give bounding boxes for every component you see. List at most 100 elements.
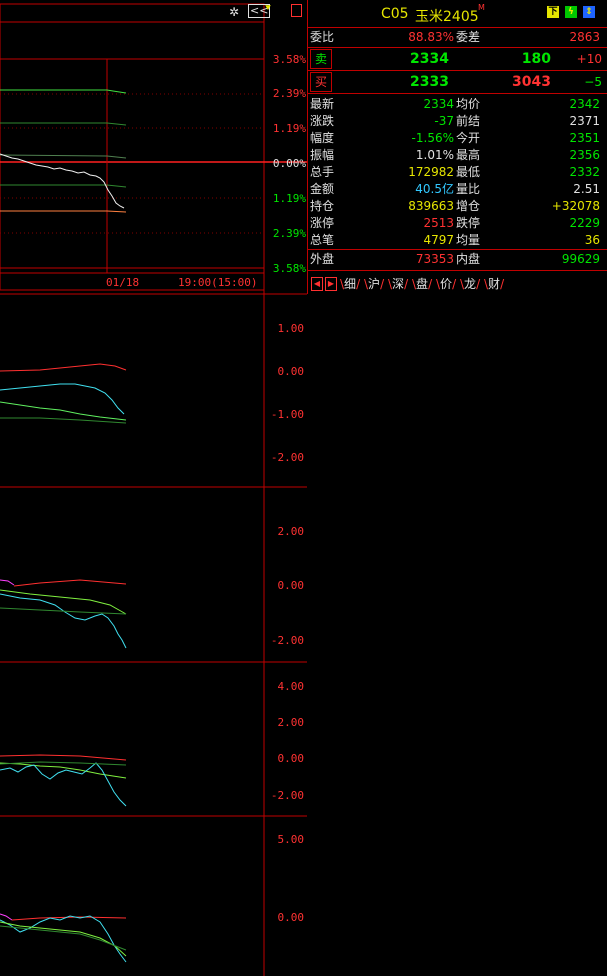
sell-change: +10 [576, 52, 602, 66]
buy-row[interactable]: 买 2333 3043 −5 [308, 71, 607, 93]
tab-separator: / [476, 277, 481, 291]
stat-label: 均量 [456, 233, 481, 247]
divider [308, 27, 607, 28]
tab-item[interactable]: \盘/ [412, 276, 432, 292]
p3-green-line [0, 761, 127, 766]
gear-icon[interactable]: ✲ [229, 5, 239, 19]
buy-change: −5 [584, 75, 602, 89]
ratio-value: 88.83% [408, 30, 454, 44]
p3-lime-line [0, 762, 127, 779]
sell-volume: 180 [521, 51, 551, 67]
stat-value: +32078 [551, 199, 600, 213]
p1-y-label: -1.00 [270, 408, 304, 421]
stat-value: 2513 [423, 216, 454, 230]
tab-label: 深 [392, 277, 405, 291]
stat-row: 振幅 1.01% 最高 2356 [308, 147, 606, 164]
quote-panel: C05 玉米2405 M 下 ϟ ⇕ 委比 88.83% 委差 2863 卖 2… [307, 0, 607, 294]
p4-y-label: 0.00 [277, 911, 305, 924]
p4-lime-line [0, 921, 127, 957]
trade-down-button[interactable]: 下 [547, 6, 559, 18]
tab-next-button[interactable]: ▶ [325, 277, 337, 291]
stat-value: -1.56% [411, 131, 454, 145]
stat-label: 最新 [310, 97, 335, 111]
p1-lime-line [0, 401, 127, 421]
divider [308, 270, 607, 271]
tab-item[interactable]: \深/ [388, 276, 408, 292]
sell-price: 2334 [410, 51, 449, 67]
tab-item[interactable]: \细/ [340, 276, 360, 292]
stat-value: 2356 [569, 148, 600, 162]
pin-icon[interactable]: ⯆ [264, 3, 272, 14]
stat-value: 2351 [569, 131, 600, 145]
tab-separator: / [356, 277, 361, 291]
p4-green-line [0, 925, 127, 951]
stat-label: 最高 [456, 148, 481, 162]
stat-row: 最新 2334 均价 2342 [308, 96, 606, 113]
p1-cyan-line [0, 383, 125, 415]
p1-green-line [0, 417, 127, 424]
stat-value: -37 [434, 114, 454, 128]
tab-label: 盘 [416, 277, 429, 291]
main-y-label: 2.39% [272, 227, 306, 240]
p3-y-label: 2.00 [277, 716, 305, 729]
stat-label: 振幅 [310, 148, 335, 162]
tab-label: 价 [440, 277, 453, 291]
sell-row[interactable]: 卖 2334 180 +10 [308, 48, 607, 70]
sort-arrows-icon[interactable]: ⇕ [583, 6, 595, 18]
lightning-icon[interactable]: ϟ [565, 6, 577, 18]
contract-mark: M [478, 3, 485, 12]
stat-label: 最低 [456, 165, 481, 179]
p1-y-label: 0.00 [277, 365, 305, 378]
stat-value: 172982 [408, 165, 454, 179]
p2-y-label: 0.00 [277, 579, 305, 592]
stat-value: 36 [584, 233, 600, 247]
stat-label: 持仓 [310, 199, 335, 213]
tab-separator: / [452, 277, 457, 291]
chart-svg[interactable] [0, 0, 307, 976]
tab-label: 沪 [368, 277, 381, 291]
diff-value: 2863 [569, 30, 600, 44]
p1-y-label: -2.00 [270, 451, 304, 464]
diff-label: 委差 [456, 30, 481, 44]
stat-value: 2342 [569, 97, 600, 111]
stat-label: 总手 [310, 165, 335, 179]
tab-item[interactable]: \价/ [436, 276, 456, 292]
tab-separator: / [428, 277, 433, 291]
stat-value: 2229 [569, 216, 600, 230]
stat-value: 2332 [569, 165, 600, 179]
p4-magenta-line [0, 913, 13, 921]
main-y-label: 2.39% [272, 87, 306, 100]
tab-prev-button[interactable]: ◀ [311, 277, 323, 291]
p3-y-label: 4.00 [277, 680, 305, 693]
inner-value: 99629 [561, 252, 600, 266]
stat-label: 均价 [456, 97, 481, 111]
buy-price: 2333 [410, 74, 449, 90]
p2-magenta-line [0, 579, 15, 586]
main-chart-frame [0, 3, 265, 291]
stat-value: 40.5亿 [415, 182, 454, 196]
stat-value: 839663 [408, 199, 454, 213]
stat-label: 幅度 [310, 131, 335, 145]
main-y-label: 3.58% [272, 53, 306, 66]
p4-cyan-line [0, 915, 127, 963]
stat-row: 涨停 2513 跌停 2229 [308, 215, 606, 232]
tab-item[interactable]: \财/ [484, 276, 504, 292]
p3-cyan-line [0, 762, 127, 807]
tab-separator: / [404, 277, 409, 291]
buy-label: 买 [310, 72, 332, 92]
main-y-label: 0.00% [272, 157, 306, 170]
p3-y-label: -2.00 [270, 789, 304, 802]
chart-area[interactable]: ✲ << ⯆ 3.58% 2.39% 1.19% 0.00% 1.19% 2.3… [0, 0, 307, 976]
p4-red-line [11, 916, 127, 921]
tab-separator: / [500, 277, 505, 291]
tab-item[interactable]: \龙/ [460, 276, 480, 292]
date-label: 01/18 [106, 276, 140, 289]
contract-name: 玉米2405 [415, 9, 479, 25]
tab-item[interactable]: \沪/ [364, 276, 384, 292]
stat-value: 1.01% [415, 148, 454, 162]
main-y-label: 1.19% [272, 122, 306, 135]
outer-label: 外盘 [310, 252, 335, 266]
window-toggle-icon[interactable] [291, 4, 302, 17]
tab-label: 细 [344, 277, 357, 291]
stat-row: 金额 40.5亿 量比 2.51 [308, 181, 606, 198]
